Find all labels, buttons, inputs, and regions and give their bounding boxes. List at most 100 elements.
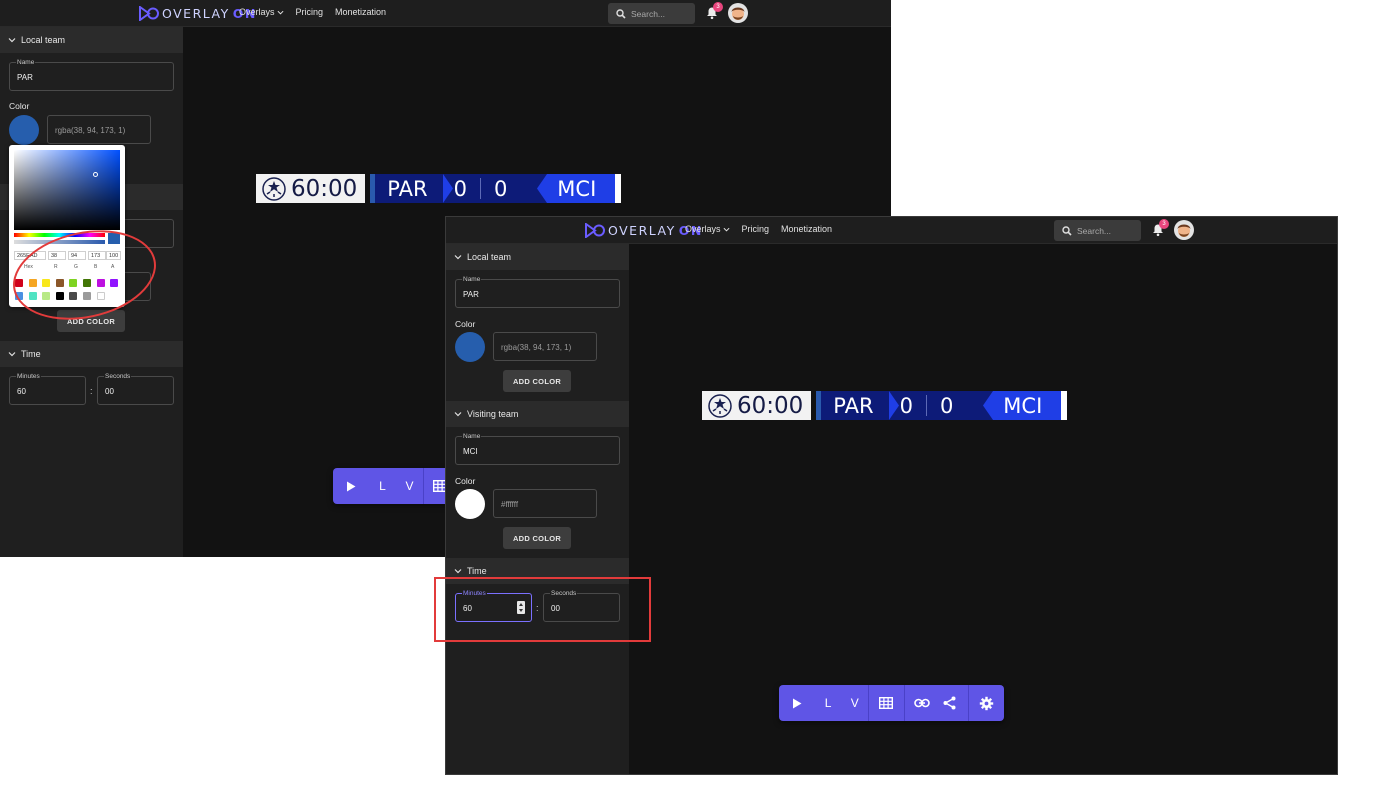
- saturation-cursor[interactable]: [93, 172, 98, 177]
- away-color-bar: [615, 174, 622, 203]
- chevron-down-icon: [723, 227, 730, 232]
- local-name-field[interactable]: Name PAR: [455, 276, 620, 308]
- champions-ball-icon: [708, 393, 732, 418]
- grid-icon: [433, 480, 447, 492]
- local-color-field[interactable]: rgba(38, 94, 173, 1): [47, 115, 151, 144]
- avatar[interactable]: [1174, 220, 1194, 240]
- field-label: Name: [16, 59, 36, 66]
- champions-ball-icon: [262, 176, 286, 201]
- visiting-button[interactable]: V: [396, 468, 423, 504]
- add-color-button[interactable]: ADD COLOR: [503, 527, 571, 549]
- logo-icon: [139, 6, 159, 21]
- chevron-down-icon: [8, 38, 16, 43]
- play-button[interactable]: [333, 468, 369, 504]
- field-value: rgba(38, 94, 173, 1): [501, 343, 572, 352]
- section-local-team[interactable]: Local team: [446, 244, 629, 270]
- avatar-icon: [1177, 224, 1191, 237]
- settings-button[interactable]: [969, 685, 1004, 721]
- away-score: 0: [493, 176, 508, 201]
- section-time[interactable]: Time: [0, 341, 183, 367]
- chevron-down-icon: [8, 352, 16, 357]
- chevron-down-icon: [454, 255, 462, 260]
- logo-icon: [585, 223, 605, 238]
- add-color-button[interactable]: ADD COLOR: [503, 370, 571, 392]
- search-icon: [1062, 225, 1072, 236]
- nav-overlays[interactable]: Overlays: [239, 7, 284, 17]
- chevron-down-icon: [277, 10, 284, 15]
- field-value: 00: [105, 387, 114, 396]
- nav-links: Overlays Pricing Monetization: [685, 224, 832, 234]
- play-icon: [347, 481, 356, 491]
- search-input[interactable]: [631, 8, 689, 19]
- control-toolbar: L V: [779, 685, 1004, 721]
- away-team: MCI: [557, 176, 597, 201]
- field-value: PAR: [463, 290, 479, 299]
- avatar-icon: [731, 7, 745, 20]
- score-divider: [479, 178, 481, 199]
- grid-button[interactable]: [869, 685, 904, 721]
- away-color-bar: [1061, 391, 1068, 420]
- visiting-color-field[interactable]: #ffffff: [493, 489, 597, 518]
- local-color-field[interactable]: rgba(38, 94, 173, 1): [493, 332, 597, 361]
- saturation-area[interactable]: [14, 150, 120, 230]
- link-button[interactable]: [905, 685, 940, 721]
- field-value: 60: [17, 387, 26, 396]
- field-label: Minutes: [16, 373, 41, 380]
- search-box[interactable]: [1054, 220, 1141, 241]
- visiting-button[interactable]: V: [841, 685, 868, 721]
- scoreboard-main: PAR 0 0: [375, 174, 548, 203]
- home-arrow-shape: [443, 174, 454, 203]
- nav-overlays-label: Overlays: [239, 7, 275, 17]
- scoreboard-away: MCI: [537, 174, 616, 203]
- seconds-field[interactable]: Seconds 00: [97, 373, 174, 405]
- scoreboard-away: MCI: [983, 391, 1062, 420]
- home-team: PAR: [833, 393, 874, 418]
- score-divider: [925, 395, 927, 416]
- visiting-color-swatch[interactable]: [455, 489, 485, 519]
- top-nav-bar: OVERLAY ON Overlays Pricing Monetization …: [0, 0, 891, 27]
- share-button[interactable]: [939, 685, 959, 721]
- away-score: 0: [939, 393, 954, 418]
- home-arrow-shape: [889, 391, 900, 420]
- grid-icon: [879, 697, 894, 709]
- away-arrow-shape: [983, 391, 994, 420]
- minutes-field[interactable]: Minutes 60: [9, 373, 86, 405]
- color-label: Color: [9, 101, 30, 111]
- local-name-field[interactable]: Name PAR: [9, 59, 174, 91]
- away-team: MCI: [1003, 393, 1043, 418]
- nav-overlays[interactable]: Overlays: [685, 224, 730, 234]
- field-label: Name: [462, 276, 482, 283]
- top-nav-bar: OVERLAY ON Overlays Pricing Monetization …: [446, 217, 1337, 244]
- section-local-team[interactable]: Local team: [0, 27, 183, 53]
- time-separator: :: [90, 386, 93, 396]
- color-label: Color: [455, 319, 476, 329]
- avatar[interactable]: [728, 3, 748, 23]
- home-score: 0: [899, 393, 913, 418]
- field-value: MCI: [463, 447, 478, 456]
- play-button[interactable]: [779, 685, 815, 721]
- logo-text: OVERLAY: [608, 223, 676, 238]
- share-icon: [943, 696, 956, 710]
- field-value: #ffffff: [501, 500, 519, 509]
- chevron-down-icon: [454, 569, 462, 574]
- local-button[interactable]: L: [369, 468, 396, 504]
- nav-pricing[interactable]: Pricing: [742, 224, 770, 234]
- nav-links: Overlays Pricing Monetization: [239, 7, 386, 17]
- field-label: Name: [462, 433, 482, 440]
- local-color-swatch[interactable]: [9, 115, 39, 145]
- nav-monetization[interactable]: Monetization: [335, 7, 386, 17]
- visiting-name-field[interactable]: Name MCI: [455, 433, 620, 465]
- logo-text: OVERLAY: [162, 6, 230, 21]
- search-box[interactable]: [608, 3, 695, 24]
- nav-pricing[interactable]: Pricing: [296, 7, 324, 17]
- local-color-swatch[interactable]: [455, 332, 485, 362]
- section-visiting-team[interactable]: Visiting team: [446, 401, 629, 427]
- clock-text: 60:00: [737, 392, 804, 419]
- chevron-down-icon: [454, 412, 462, 417]
- field-label: Seconds: [104, 373, 132, 380]
- local-button[interactable]: L: [815, 685, 842, 721]
- search-input[interactable]: [1077, 225, 1135, 236]
- section-title: Local team: [21, 35, 66, 45]
- section-title: Time: [21, 349, 41, 359]
- nav-monetization[interactable]: Monetization: [781, 224, 832, 234]
